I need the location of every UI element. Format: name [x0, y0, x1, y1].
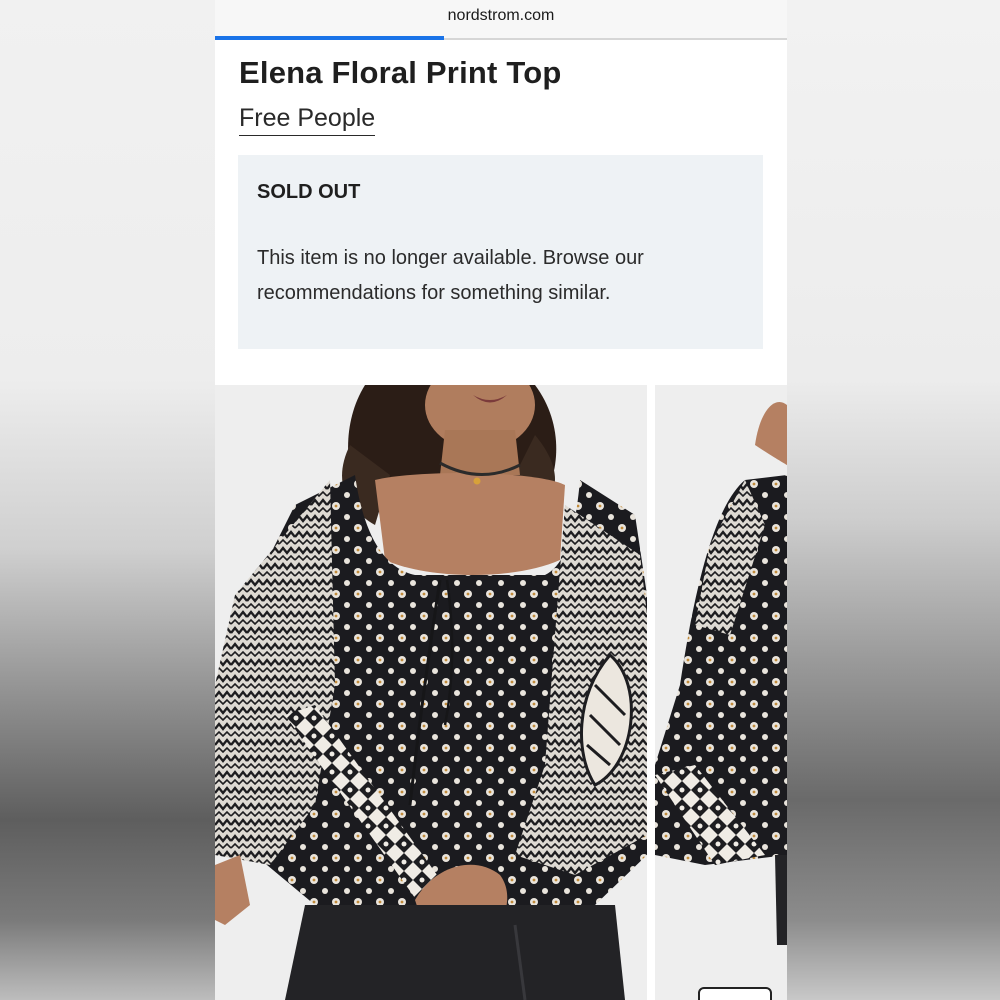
product-title: Elena Floral Print Top	[239, 55, 562, 90]
model-side-illustration	[655, 385, 787, 1000]
browser-address-bar[interactable]: nordstrom.com	[215, 0, 787, 40]
product-image-front[interactable]	[215, 385, 647, 1000]
mobile-screen: nordstrom.com Elena Floral Print Top Fre…	[215, 0, 787, 1000]
product-image-side[interactable]	[655, 385, 787, 1000]
page-load-progress	[215, 36, 444, 40]
url-text[interactable]: nordstrom.com	[215, 7, 787, 25]
sold-out-heading: SOLD OUT	[257, 181, 361, 203]
sold-out-notice: SOLD OUT This item is no longer availabl…	[238, 155, 763, 349]
blurred-backdrop-left	[0, 0, 215, 1000]
sold-out-message: This item is no longer available. Browse…	[257, 247, 644, 304]
brand-link[interactable]: Free People	[239, 104, 376, 136]
model-front-illustration	[215, 385, 647, 1000]
blurred-backdrop-right	[787, 0, 1000, 1000]
image-indicator[interactable]	[698, 987, 772, 1000]
product-image-gallery[interactable]	[215, 385, 787, 1000]
